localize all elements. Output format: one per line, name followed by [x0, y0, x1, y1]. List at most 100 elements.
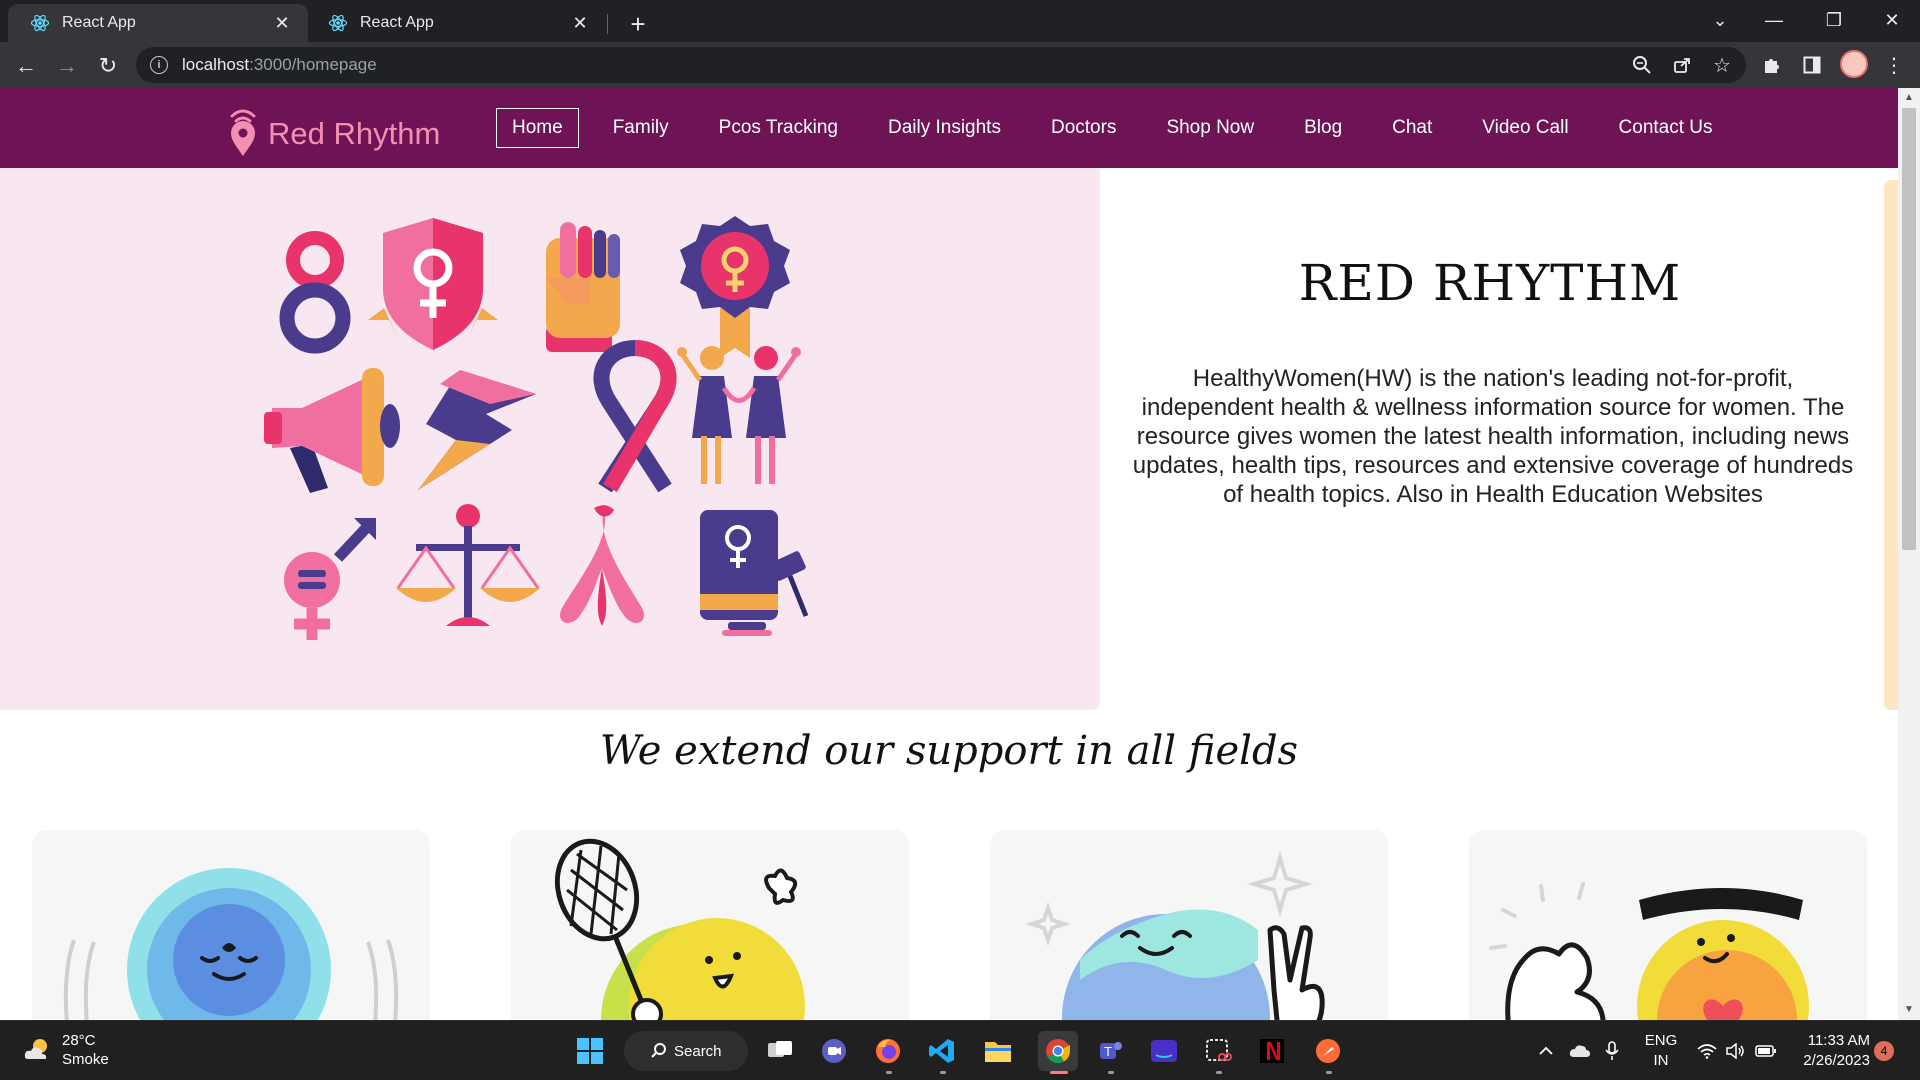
file-explorer-icon[interactable] — [982, 1035, 1014, 1067]
notification-badge[interactable]: 4 — [1874, 1041, 1894, 1061]
task-view-icon[interactable] — [764, 1035, 796, 1067]
netflix-icon[interactable] — [1256, 1035, 1288, 1067]
gender-equality-icon — [284, 518, 376, 640]
nav-contact-us[interactable]: Contact Us — [1603, 108, 1729, 148]
support-card-4[interactable] — [1469, 830, 1867, 1020]
weather-condition: Smoke — [62, 1051, 109, 1068]
microphone-icon[interactable] — [1600, 1021, 1624, 1080]
awareness-ribbon-icon — [593, 340, 677, 493]
nav-blog[interactable]: Blog — [1288, 108, 1358, 148]
close-tab-icon[interactable]: ✕ — [568, 11, 592, 35]
nav-daily-insights[interactable]: Daily Insights — [872, 108, 1017, 148]
meditating-blob-illustration — [63, 868, 399, 1020]
weather-widget[interactable]: 28°C Smoke — [22, 1031, 109, 1069]
reload-icon[interactable]: ↻ — [92, 50, 124, 82]
browser-tabstrip: React App ✕ React App ✕ + ⌄ — ❐ ✕ — [0, 0, 1920, 42]
extensions-puzzle-icon[interactable] — [1756, 49, 1788, 81]
zoom-icon[interactable] — [1626, 49, 1658, 81]
award-badge-venus-icon — [680, 216, 790, 358]
tab-separator — [607, 14, 608, 34]
scrollbar-thumb[interactable] — [1902, 108, 1916, 550]
language-indicator[interactable]: ENG IN — [1641, 1031, 1681, 1071]
nav-chat[interactable]: Chat — [1376, 108, 1448, 148]
svg-text:T: T — [1103, 1045, 1112, 1059]
minimize-icon[interactable]: — — [1746, 0, 1802, 40]
search-icon — [651, 1043, 666, 1058]
support-card-1[interactable] — [32, 830, 430, 1020]
tab-search-chevron-icon[interactable]: ⌄ — [1692, 0, 1748, 40]
bookmark-star-icon[interactable]: ☆ — [1706, 49, 1738, 81]
taskbar-search[interactable]: Search — [624, 1031, 748, 1071]
windows-start-icon[interactable] — [574, 1035, 606, 1067]
women-holding-hands-icon — [677, 346, 801, 484]
clock-date: 2/26/2023 — [1803, 1052, 1870, 1069]
women-empowerment-illustration — [264, 216, 809, 640]
browser-menu-icon[interactable]: ⋮ — [1878, 49, 1910, 81]
page-scrollbar[interactable]: ▲ ▼ — [1898, 88, 1920, 1020]
site-navbar: Red Rhythm Home Family Pcos Tracking Dai… — [0, 88, 1898, 168]
forward-arrow-icon[interactable]: → — [51, 50, 83, 82]
nav-home[interactable]: Home — [496, 108, 579, 148]
nav-shop-now[interactable]: Shop Now — [1150, 108, 1270, 148]
browser-tab-1[interactable]: React App ✕ — [8, 4, 308, 42]
language-code: ENG — [1644, 1032, 1678, 1049]
close-tab-icon[interactable]: ✕ — [270, 11, 294, 35]
share-icon[interactable] — [1666, 49, 1698, 81]
support-card-2[interactable] — [511, 830, 909, 1020]
battery-charging-icon[interactable] — [1752, 1021, 1780, 1080]
teams-icon[interactable]: T — [1094, 1035, 1126, 1067]
section-title: We extend our support in all fields — [599, 728, 1299, 774]
side-panel-icon[interactable] — [1796, 49, 1828, 81]
snipping-tool-icon[interactable] — [1202, 1035, 1234, 1067]
hero-illustration-panel — [0, 168, 1100, 710]
chrome-icon[interactable] — [1038, 1031, 1078, 1071]
decorative-side-bar — [1884, 180, 1898, 710]
brand-logo[interactable]: Red Rhythm — [226, 98, 440, 158]
browser-toolbar: ← → ↻ i localhost:3000/homepage ☆ ⋮ — [0, 42, 1920, 88]
hero-description: HealthyWomen(HW) is the nation's leading… — [1132, 365, 1854, 508]
strong-blob-illustration — [1489, 882, 1809, 1020]
show-hidden-icons-chevron-icon[interactable] — [1534, 1021, 1558, 1080]
tab-title: React App — [62, 14, 136, 31]
volume-icon[interactable] — [1722, 1021, 1748, 1080]
weather-temperature: 28°C — [62, 1032, 96, 1049]
nav-pcos-tracking[interactable]: Pcos Tracking — [703, 108, 854, 148]
amazon-music-icon[interactable] — [1148, 1035, 1180, 1067]
location-signal-icon — [230, 109, 256, 156]
clock-time: 11:33 AM — [1807, 1032, 1870, 1049]
onedrive-cloud-icon[interactable] — [1566, 1021, 1594, 1080]
hero-text-panel: RED RHYTHM HealthyWomen(HW) is the natio… — [1100, 168, 1880, 710]
app-running-indicator — [1326, 1071, 1332, 1074]
profile-avatar[interactable] — [1840, 50, 1868, 78]
scroll-up-icon[interactable]: ▲ — [1903, 92, 1915, 104]
system-clock[interactable]: 11:33 AM 2/26/2023 — [1790, 1031, 1870, 1071]
vscode-icon[interactable] — [926, 1035, 958, 1067]
brand-name: Red Rhythm — [268, 116, 441, 151]
url-host: localhost — [182, 55, 250, 74]
address-bar[interactable]: i localhost:3000/homepage — [136, 47, 1746, 83]
hero-title: RED RHYTHM — [1298, 254, 1682, 312]
browser-tab-2[interactable]: React App ✕ — [306, 4, 606, 42]
teams-chat-icon[interactable] — [818, 1035, 850, 1067]
nav-video-call[interactable]: Video Call — [1466, 108, 1584, 148]
nav-family[interactable]: Family — [597, 108, 685, 148]
app-active-indicator — [1050, 1071, 1068, 1074]
new-tab-icon[interactable]: + — [622, 8, 654, 40]
scroll-down-icon[interactable]: ▼ — [1903, 1004, 1915, 1016]
site-info-icon[interactable]: i — [150, 56, 168, 74]
nav-doctors[interactable]: Doctors — [1035, 108, 1132, 148]
weather-smoke-icon — [24, 1039, 47, 1059]
back-arrow-icon[interactable]: ← — [10, 50, 42, 82]
app-running-indicator — [1108, 1071, 1114, 1074]
windows-taskbar: 28°C Smoke Search T ENG IN 11:33 AM 2/26… — [0, 1020, 1920, 1080]
support-card-3[interactable] — [990, 830, 1388, 1020]
firefox-icon[interactable] — [872, 1035, 904, 1067]
react-icon — [328, 14, 348, 32]
close-window-icon[interactable]: ✕ — [1864, 0, 1920, 40]
app-running-indicator — [1216, 1071, 1222, 1074]
postman-icon[interactable] — [1312, 1035, 1344, 1067]
url-path: :3000/homepage — [249, 55, 377, 74]
lightning-bolt-icon — [418, 370, 536, 490]
restore-icon[interactable]: ❐ — [1806, 0, 1862, 40]
wifi-icon[interactable] — [1694, 1021, 1720, 1080]
